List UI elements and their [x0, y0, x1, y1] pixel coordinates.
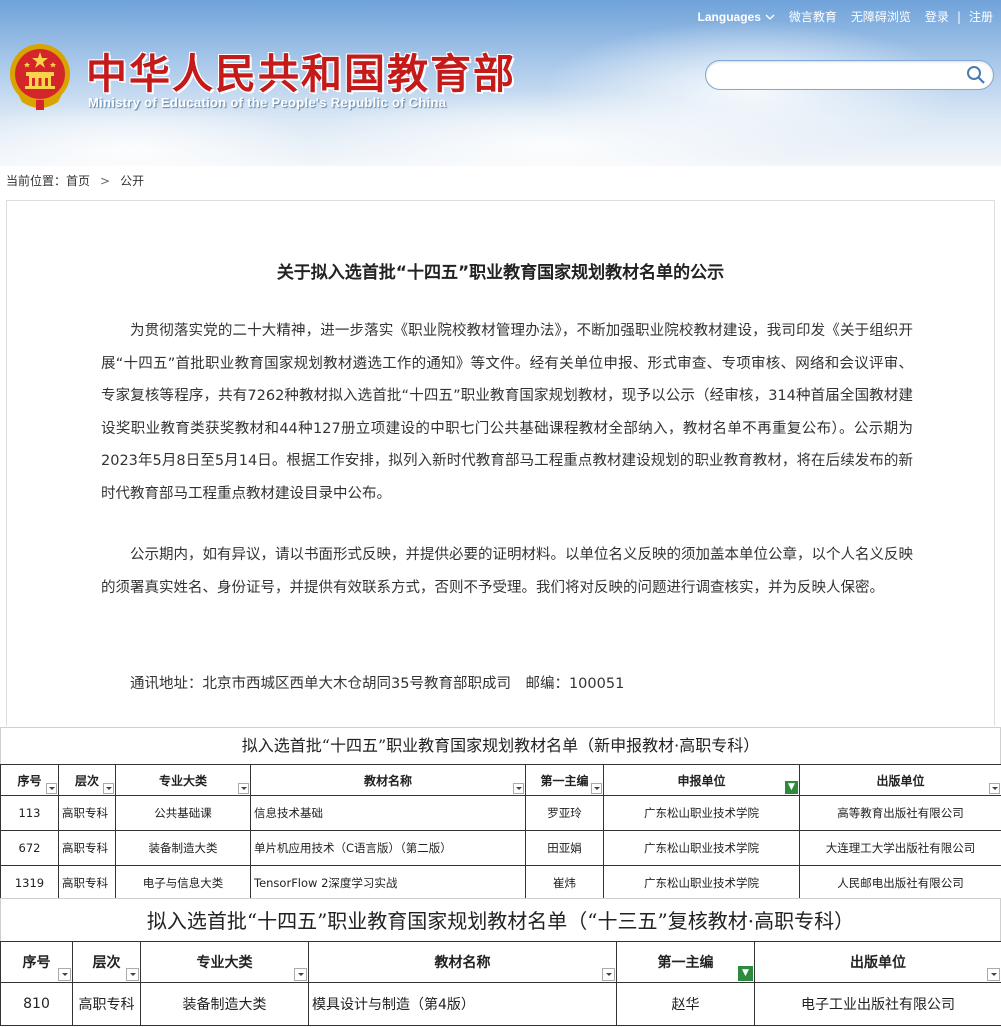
column-header-applicant: 申报单位 ▼	[603, 764, 800, 796]
languages-label: Languages	[697, 9, 761, 24]
reviewed-textbook-list: 拟入选首批“十四五”职业教育国家规划教材名单（“十三五”复核教材·高职专科） 序…	[0, 898, 1001, 1026]
filter-dropdown-icon[interactable]	[126, 968, 139, 981]
cell-publisher: 高等教育出版社有限公司	[799, 795, 1001, 831]
breadcrumb: 当前位置： 首页 > 公开	[6, 172, 144, 189]
column-header-level: 层次	[58, 764, 116, 796]
filter-dropdown-icon[interactable]	[591, 783, 602, 794]
breadcrumb-separator: >	[100, 173, 111, 188]
cell-editor: 崔炜	[525, 865, 604, 901]
cell-textbook: TensorFlow 2深度学习实战	[250, 865, 526, 901]
cell-textbook: 信息技术基础	[250, 795, 526, 831]
column-header-editor: 第一主编 ▼	[616, 941, 755, 983]
cell-applicant: 广东松山职业技术学院	[603, 865, 800, 901]
breadcrumb-public[interactable]: 公开	[120, 172, 144, 189]
cell-category: 公共基础课	[115, 795, 251, 831]
filter-dropdown-icon[interactable]	[294, 968, 307, 981]
weiyan-link[interactable]: 微言教育	[789, 8, 837, 25]
table-row: 810 高职专科 装备制造大类 模具设计与制造（第4版） 赵华 电子工业出版社有…	[0, 982, 1001, 1026]
cell-level: 高职专科	[58, 830, 116, 866]
filter-dropdown-icon[interactable]	[513, 783, 524, 794]
cell-publisher: 大连理工大学出版社有限公司	[799, 830, 1001, 866]
cell-category: 电子与信息大类	[115, 865, 251, 901]
site-subtitle: Ministry of Education of the People's Re…	[88, 95, 447, 110]
cell-level: 高职专科	[72, 982, 141, 1026]
filter-active-icon[interactable]: ▼	[738, 966, 753, 981]
cell-level: 高职专科	[58, 795, 116, 831]
languages-menu[interactable]: Languages	[698, 10, 775, 24]
table-row: 113 高职专科 公共基础课 信息技术基础 罗亚玲 广东松山职业技术学院 高等教…	[0, 795, 1001, 831]
column-header-category: 专业大类	[140, 941, 309, 983]
textbook-table: 序号 层次 专业大类 教材名称 第一主编 申报单位 ▼ 出版单位 113 高职专科…	[0, 764, 1001, 901]
search-input[interactable]	[718, 61, 962, 89]
textbook-table: 序号 层次 专业大类 教材名称 第一主编 ▼ 出版单位 810 高职专科 装备制造…	[0, 941, 1001, 1026]
filter-dropdown-icon[interactable]	[238, 783, 249, 794]
column-header-index: 序号	[0, 941, 73, 983]
filter-dropdown-icon[interactable]	[987, 968, 1000, 981]
cell-index: 1319	[0, 865, 59, 901]
cell-applicant: 广东松山职业技术学院	[603, 795, 800, 831]
search-icon[interactable]	[965, 64, 987, 86]
filter-dropdown-icon[interactable]	[58, 968, 71, 981]
filter-dropdown-icon[interactable]	[103, 783, 114, 794]
column-header-publisher: 出版单位	[754, 941, 1001, 983]
cell-index: 672	[0, 830, 59, 866]
accessibility-link[interactable]: 无障碍浏览	[851, 8, 911, 25]
table-title: 拟入选首批“十四五”职业教育国家规划教材名单（“十三五”复核教材·高职专科）	[0, 898, 1001, 941]
cell-index: 810	[0, 982, 73, 1026]
cell-applicant: 广东松山职业技术学院	[603, 830, 800, 866]
column-header-textbook: 教材名称	[308, 941, 617, 983]
top-utility-bar: Languages 微言教育 无障碍浏览 登录 | 注册	[684, 8, 993, 25]
cell-editor: 罗亚玲	[525, 795, 604, 831]
cell-textbook: 模具设计与制造（第4版）	[308, 982, 617, 1026]
column-header-index: 序号	[0, 764, 59, 796]
contact-address: 通讯地址：北京市西城区西单大木仓胡同35号教育部职成司 邮编：100051	[130, 676, 625, 692]
article-paragraph: 为贯彻落实党的二十大精神，进一步落实《职业院校教材管理办法》，不断加强职业院校教…	[101, 323, 913, 502]
table-row: 1319 高职专科 电子与信息大类 TensorFlow 2深度学习实战 崔炜 …	[0, 865, 1001, 901]
cell-level: 高职专科	[58, 865, 116, 901]
register-link[interactable]: 注册	[969, 8, 993, 25]
column-header-textbook: 教材名称	[250, 764, 526, 796]
column-header-editor: 第一主编	[525, 764, 604, 796]
cell-publisher: 人民邮电出版社有限公司	[799, 865, 1001, 901]
search-box	[705, 60, 994, 90]
cell-publisher: 电子工业出版社有限公司	[754, 982, 1001, 1026]
table-title: 拟入选首批“十四五”职业教育国家规划教材名单（新申报教材·高职专科）	[0, 727, 1001, 764]
site-title: 中华人民共和国教育部	[86, 50, 516, 98]
cell-category: 装备制造大类	[115, 830, 251, 866]
filter-dropdown-icon[interactable]	[989, 783, 1000, 794]
cell-textbook: 单片机应用技术（C语言版）（第二版）	[250, 830, 526, 866]
breadcrumb-label: 当前位置：	[6, 174, 67, 188]
table-row: 672 高职专科 装备制造大类 单片机应用技术（C语言版）（第二版） 田亚娟 广…	[0, 830, 1001, 866]
filter-dropdown-icon[interactable]	[46, 783, 57, 794]
cell-editor: 赵华	[616, 982, 755, 1026]
login-link[interactable]: 登录	[925, 8, 949, 25]
cell-editor: 田亚娟	[525, 830, 604, 866]
national-emblem-icon	[10, 44, 70, 110]
article-title: 关于拟入选首批“十四五”职业教育国家规划教材名单的公示	[276, 263, 725, 283]
link-separator: |	[956, 9, 961, 24]
column-header-level: 层次	[72, 941, 141, 983]
table-header-row: 序号 层次 专业大类 教材名称 第一主编 申报单位 ▼ 出版单位	[0, 764, 1001, 796]
article-paragraph: 公示期内，如有异议，请以书面形式反映，并提供必要的证明材料。以单位名义反映的须加…	[101, 547, 913, 596]
column-header-publisher: 出版单位	[799, 764, 1001, 796]
site-banner: 中华人民共和国教育部 Ministry of Education of the …	[0, 0, 1001, 166]
cell-index: 113	[0, 795, 59, 831]
cell-category: 装备制造大类	[140, 982, 309, 1026]
filter-active-icon[interactable]: ▼	[785, 781, 798, 794]
table-header-row: 序号 层次 专业大类 教材名称 第一主编 ▼ 出版单位	[0, 941, 1001, 983]
breadcrumb-home[interactable]: 首页	[66, 172, 90, 189]
filter-dropdown-icon[interactable]	[602, 968, 615, 981]
article-body: 关于拟入选首批“十四五”职业教育国家规划教材名单的公示 为贯彻落实党的二十大精神…	[6, 200, 995, 726]
chevron-down-icon	[765, 14, 775, 20]
column-header-category: 专业大类	[115, 764, 251, 796]
new-textbook-list: 拟入选首批“十四五”职业教育国家规划教材名单（新申报教材·高职专科） 序号 层次…	[0, 727, 1001, 901]
